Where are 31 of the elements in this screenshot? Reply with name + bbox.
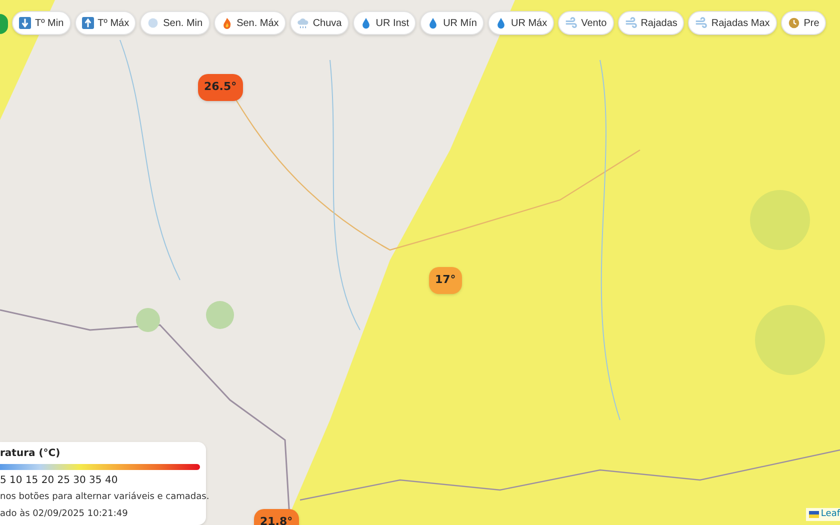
layer-button[interactable]: UR Inst [352, 11, 416, 35]
flag-icon [808, 510, 819, 518]
wind-icon [695, 17, 708, 29]
wind-icon [624, 17, 637, 29]
temperature-marker[interactable]: 21.8° [254, 509, 299, 525]
temperature-marker[interactable]: 17° [429, 267, 462, 294]
layer-button[interactable]: UR Máx [488, 11, 554, 35]
wind-icon [565, 17, 578, 29]
layer-button[interactable]: Vento [558, 11, 614, 35]
layer-button[interactable]: Tº Máx [74, 11, 136, 35]
temperature-marker[interactable]: 26.5° [198, 74, 243, 100]
clock-icon [788, 17, 800, 29]
cloud-icon [296, 17, 309, 29]
layer-button[interactable]: Sen. Min [140, 11, 210, 35]
up-arrow-icon [82, 17, 94, 29]
layer-button[interactable]: Tº Min [12, 11, 71, 35]
layer-button[interactable]: Chuva [290, 11, 349, 35]
drop-icon [360, 17, 372, 29]
layer-button[interactable]: Rajadas Max [688, 11, 777, 35]
drop-icon [494, 17, 507, 29]
scale-labels: 5 10 15 20 25 30 35 40 [0, 474, 119, 488]
attribution-link[interactable]: Leaf [820, 508, 840, 521]
down-arrow-icon [19, 17, 31, 29]
layer-button[interactable]: UR Mín [420, 11, 484, 35]
layer-button[interactable]: Sen. Máx [214, 11, 286, 35]
drop-icon [427, 17, 440, 29]
flame-icon [220, 17, 233, 29]
layer-button[interactable]: Rajadas [618, 11, 684, 35]
legend-hint: nos botões para alternar variáveis e camadas. [0, 491, 206, 504]
update-time: ado às 02/09/2025 10:21:49 [0, 508, 129, 520]
legend-title: ratura (°C) [0, 447, 62, 461]
